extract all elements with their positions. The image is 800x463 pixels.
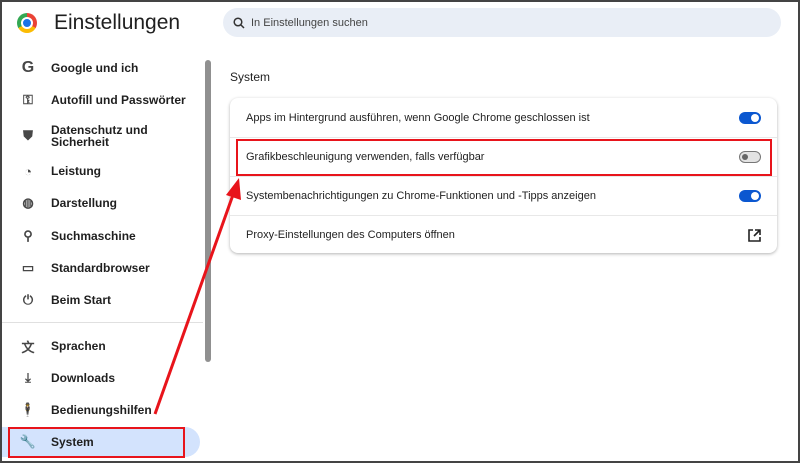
annotation-arrow	[153, 178, 241, 415]
